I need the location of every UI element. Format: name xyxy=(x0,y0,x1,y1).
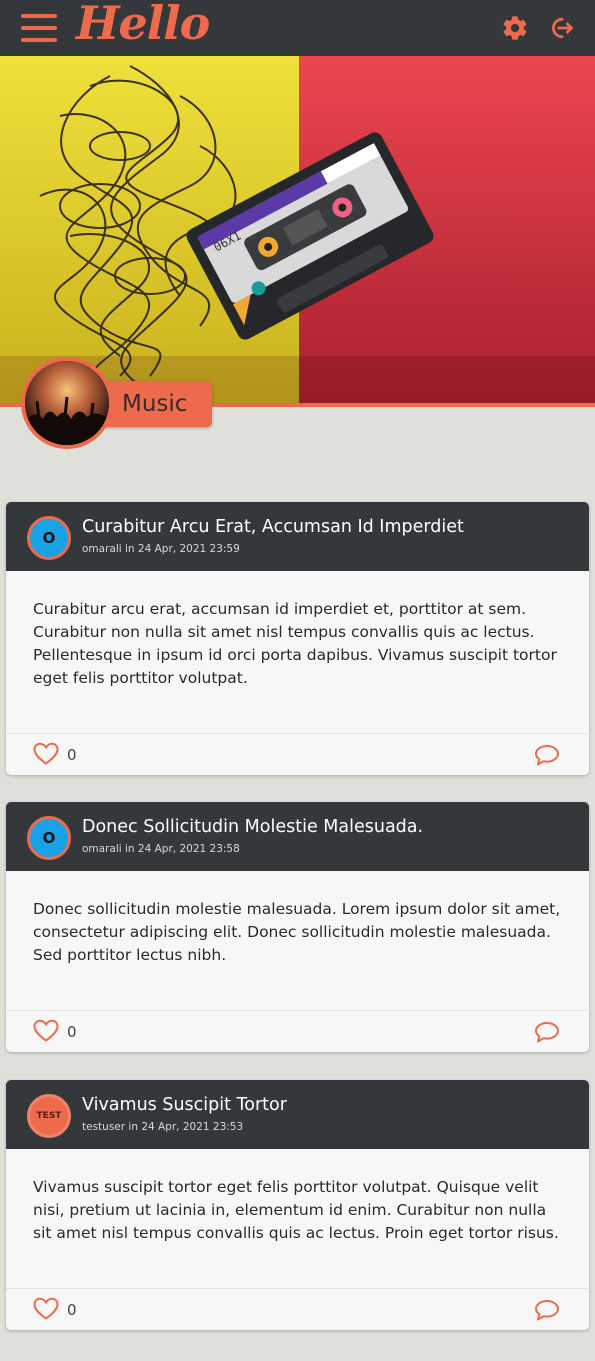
post-header: O Donec Sollicitudin Molestie Malesuada.… xyxy=(6,802,589,871)
post-footer: 0 xyxy=(6,1288,589,1330)
author-avatar[interactable]: TEST xyxy=(27,1094,71,1138)
post-title[interactable]: Vivamus Suscipit Tortor xyxy=(82,1095,287,1115)
post-header: O Curabitur Arcu Erat, Accumsan Id Imper… xyxy=(6,502,589,571)
like-count: 0 xyxy=(67,1301,77,1319)
heart-icon[interactable] xyxy=(33,1297,59,1321)
group-avatar[interactable] xyxy=(21,357,113,449)
post-body: Donec sollicitudin molestie malesuada. L… xyxy=(33,900,561,964)
post-title[interactable]: Donec Sollicitudin Molestie Malesuada. xyxy=(82,817,423,837)
logout-icon[interactable] xyxy=(547,14,575,42)
comment-icon[interactable] xyxy=(534,1298,560,1322)
comment-icon[interactable] xyxy=(534,1020,560,1044)
app-logo[interactable]: Hello xyxy=(76,0,210,50)
like-count: 0 xyxy=(67,746,77,764)
heart-icon[interactable] xyxy=(33,1019,59,1043)
post-footer: 0 xyxy=(6,733,589,775)
post-meta: omarali in 24 Apr, 2021 23:59 xyxy=(82,543,240,555)
post-meta: testuser in 24 Apr, 2021 23:53 xyxy=(82,1121,244,1133)
post-footer: 0 xyxy=(6,1010,589,1052)
like-count: 0 xyxy=(67,1023,77,1041)
author-avatar[interactable]: O xyxy=(27,816,71,860)
post-body: Curabitur arcu erat, accumsan id imperdi… xyxy=(33,600,557,687)
top-navigation-bar: Hello xyxy=(0,0,595,56)
author-avatar[interactable]: O xyxy=(27,516,71,560)
group-cover-image: 06X1 xyxy=(0,56,595,404)
post-card: TEST Vivamus Suscipit Tortor testuser in… xyxy=(6,1080,589,1330)
heart-icon[interactable] xyxy=(33,742,59,766)
comment-icon[interactable] xyxy=(534,743,560,767)
hamburger-menu-icon[interactable] xyxy=(21,13,57,43)
group-name-label: Music xyxy=(100,381,212,427)
post-header: TEST Vivamus Suscipit Tortor testuser in… xyxy=(6,1080,589,1149)
gear-icon[interactable] xyxy=(501,14,529,42)
post-card: O Curabitur Arcu Erat, Accumsan Id Imper… xyxy=(6,502,589,775)
post-card: O Donec Sollicitudin Molestie Malesuada.… xyxy=(6,802,589,1052)
post-title[interactable]: Curabitur Arcu Erat, Accumsan Id Imperdi… xyxy=(82,517,464,537)
post-body: Vivamus suscipit tortor eget felis portt… xyxy=(33,1178,559,1242)
post-meta: omarali in 24 Apr, 2021 23:58 xyxy=(82,843,240,855)
